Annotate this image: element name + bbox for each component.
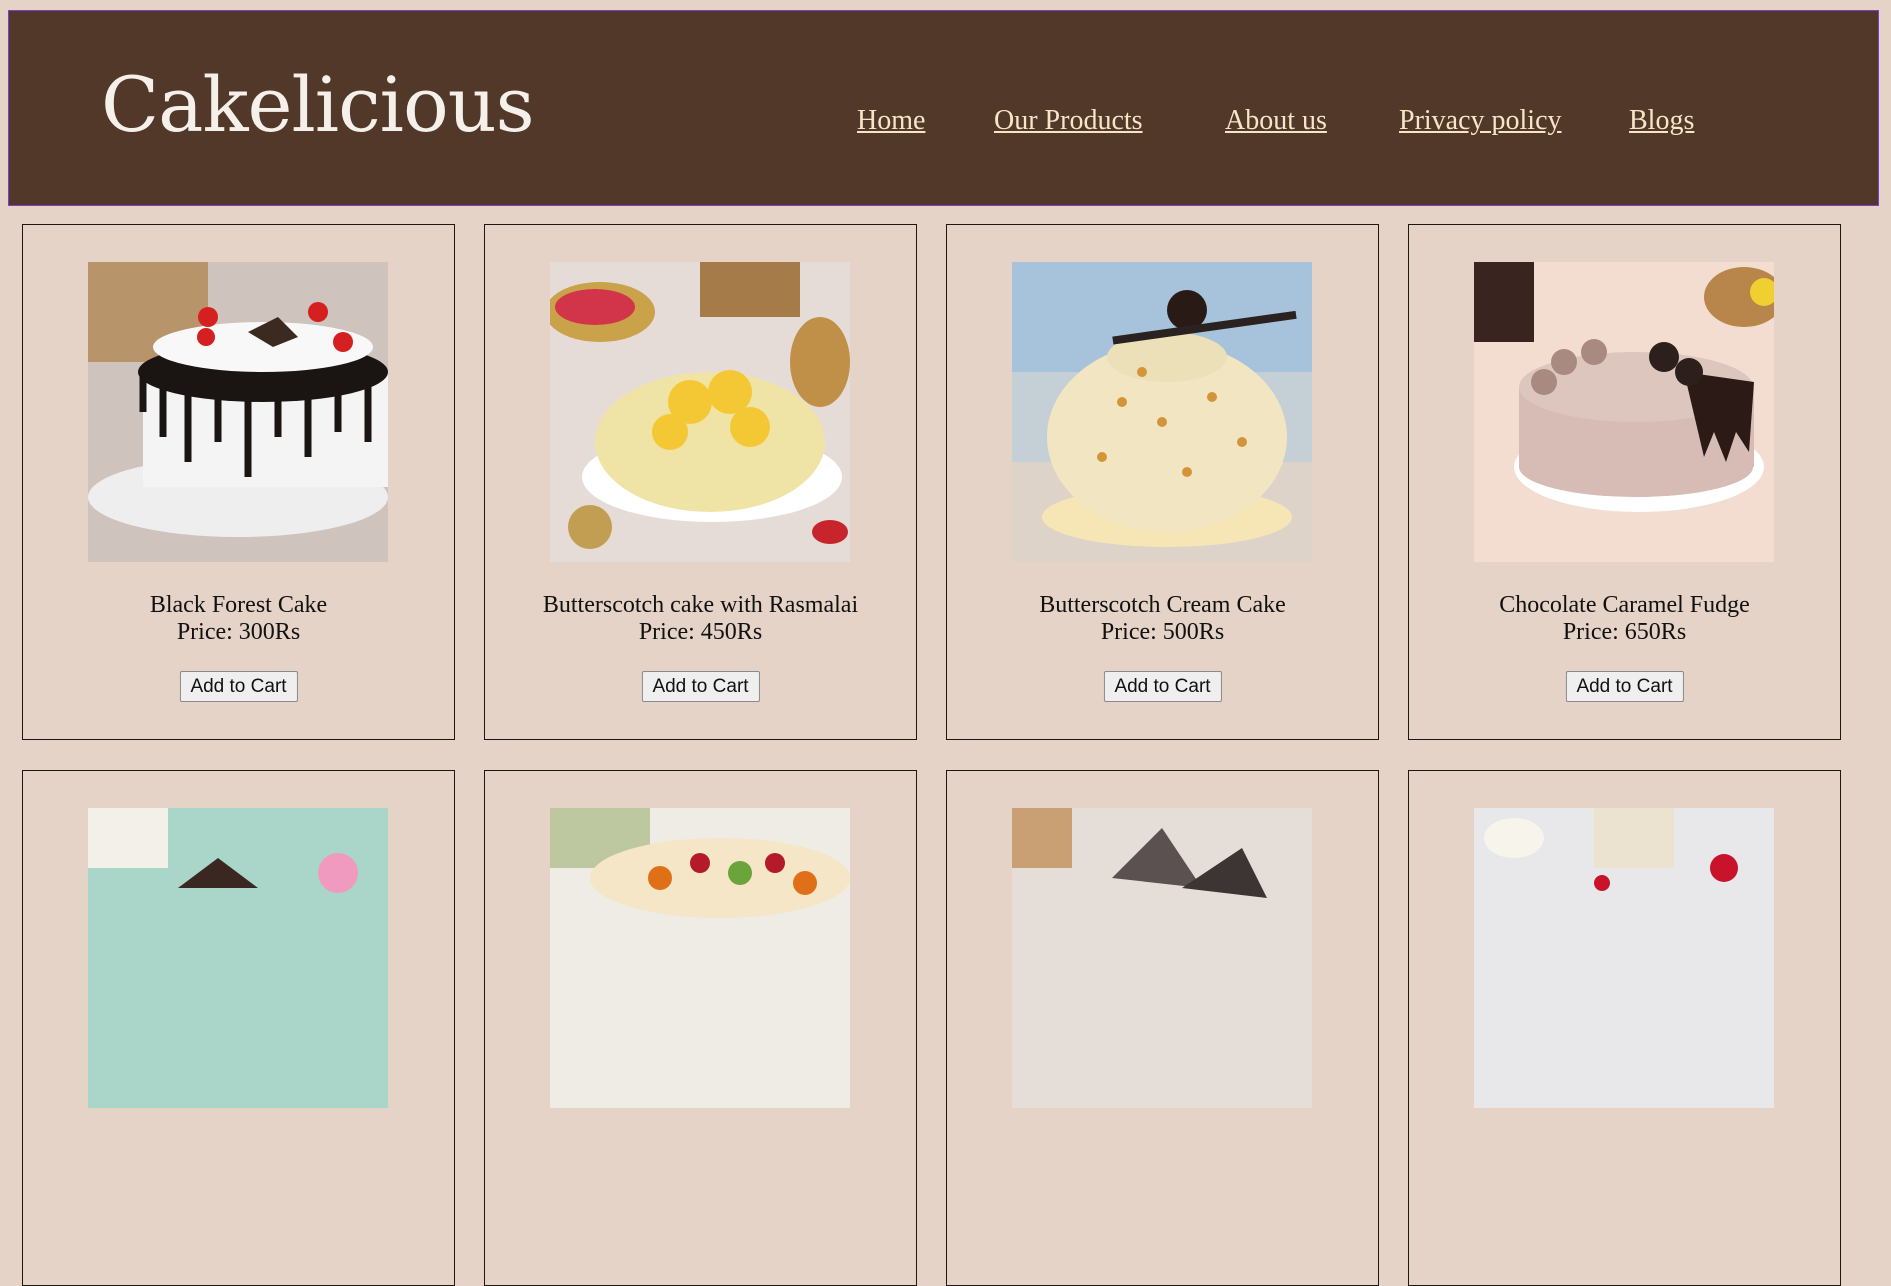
- product-name: Butterscotch Cream Cake: [1039, 592, 1286, 618]
- product-name: Black Forest Cake: [149, 592, 328, 618]
- product-price: Price: 450Rs: [638, 619, 763, 645]
- cherry-cake-image: [1474, 808, 1774, 1108]
- black-forest-cake-image: [88, 262, 388, 562]
- nav-link-home[interactable]: Home: [857, 107, 925, 135]
- nav-link-blogs[interactable]: Blogs: [1629, 107, 1694, 135]
- product-card: Black Forest Cake Price: 300Rs Add to Ca…: [22, 224, 455, 740]
- product-name: Butterscotch cake with Rasmalai: [542, 592, 859, 618]
- cake-image-5: [88, 808, 388, 1108]
- product-card: Butterscotch Cream Cake Price: 500Rs Add…: [946, 224, 1379, 740]
- butterscotch-cream-cake-image: [1012, 262, 1312, 562]
- nav-link-our-products[interactable]: Our Products: [994, 107, 1143, 135]
- product-card: [22, 770, 455, 1286]
- fruit-cake-image: [550, 808, 850, 1108]
- site-logo-text[interactable]: Cakelicious: [101, 67, 535, 143]
- product-card: Butterscotch cake with Rasmalai Price: 4…: [484, 224, 917, 740]
- chocolate-shards-cake-image: [1012, 808, 1312, 1108]
- product-price: Price: 650Rs: [1562, 619, 1687, 645]
- product-name: Chocolate Caramel Fudge: [1499, 592, 1750, 618]
- chocolate-caramel-fudge-image: [1474, 262, 1774, 562]
- rasmalai-cake-image: [550, 262, 850, 562]
- product-card: Chocolate Caramel Fudge Price: 650Rs Add…: [1408, 224, 1841, 740]
- nav-link-about-us[interactable]: About us: [1225, 107, 1327, 135]
- product-card: [484, 770, 917, 1286]
- product-card: [1408, 770, 1841, 1286]
- product-card: [946, 770, 1379, 1286]
- add-to-cart-button[interactable]: Add to Cart: [1565, 671, 1684, 702]
- site-header: Cakelicious Home Our Products About us P…: [8, 10, 1879, 206]
- product-price: Price: 500Rs: [1100, 619, 1225, 645]
- add-to-cart-button[interactable]: Add to Cart: [1103, 671, 1222, 702]
- add-to-cart-button[interactable]: Add to Cart: [179, 671, 298, 702]
- product-price: Price: 300Rs: [176, 619, 301, 645]
- add-to-cart-button[interactable]: Add to Cart: [641, 671, 760, 702]
- nav-link-privacy-policy[interactable]: Privacy policy: [1399, 107, 1562, 135]
